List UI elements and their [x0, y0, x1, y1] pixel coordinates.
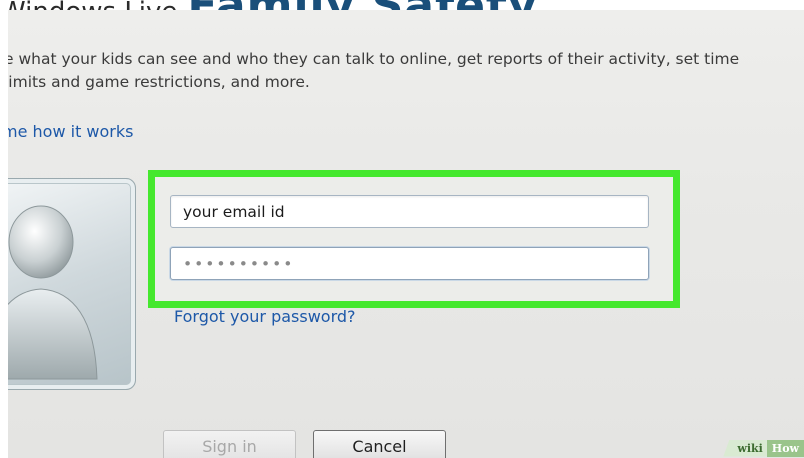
- header-title-large: Family Safety: [187, 0, 537, 10]
- intro-description: e what your kids can see and who they ca…: [8, 50, 740, 91]
- signin-highlight-box: [148, 170, 680, 308]
- wikihow-watermark: wiki How: [723, 438, 804, 458]
- watermark-wiki: wiki: [723, 439, 767, 457]
- email-field[interactable]: [170, 195, 649, 228]
- how-it-works-link[interactable]: me how it works: [8, 122, 133, 141]
- signin-panel: e what your kids can see and who they ca…: [8, 10, 804, 458]
- watermark-how: How: [766, 439, 804, 457]
- window-header-text: Windows Live Family Safety: [0, 0, 538, 10]
- left-margin: [0, 0, 8, 458]
- user-avatar-tile: [8, 178, 136, 390]
- forgot-password-link[interactable]: Forgot your password?: [174, 307, 356, 326]
- cancel-button[interactable]: Cancel: [313, 430, 446, 458]
- header-title-small: Windows Live: [0, 0, 177, 10]
- password-field[interactable]: [170, 247, 649, 280]
- window-header-strip: Windows Live Family Safety: [0, 0, 804, 10]
- user-silhouette-icon: [8, 205, 98, 380]
- sign-in-button[interactable]: Sign in: [163, 430, 296, 458]
